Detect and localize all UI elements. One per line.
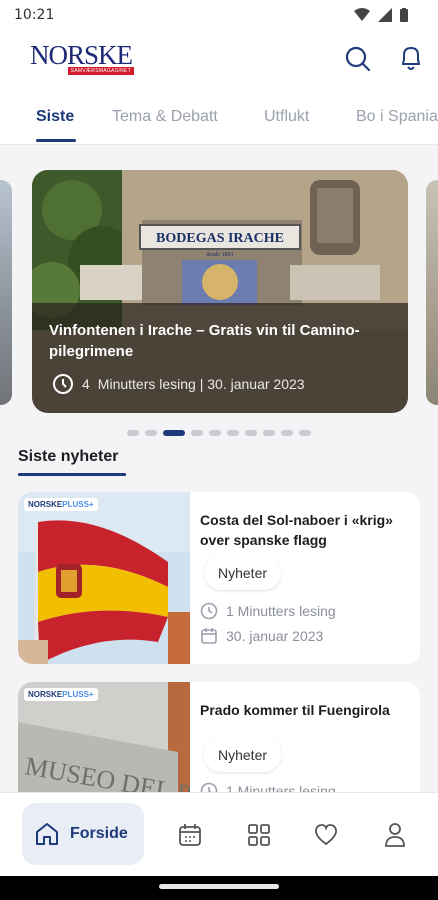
calendar-icon (179, 824, 201, 846)
pagination-dot[interactable] (245, 430, 257, 436)
bell-icon (401, 46, 421, 70)
tab-tema-debatt[interactable]: Tema & Debatt (112, 108, 218, 126)
badge-accent: PLUSS+ (62, 690, 94, 699)
pagination-dot[interactable] (227, 430, 239, 436)
reading-time: 1 Minutters lesing (200, 602, 336, 620)
nav-profile-button[interactable] (381, 821, 409, 849)
status-icons (354, 8, 408, 22)
slide-meta: 4 Minutters lesing | 30. januar 2023 (52, 373, 305, 395)
article-image: NORSKEPLUSS+ (18, 492, 190, 664)
featured-carousel[interactable]: BODEGAS IRACHE desde 1891 Vinfontenen i … (0, 170, 438, 415)
article-title[interactable]: Prado kommer til Fuengirola (200, 700, 410, 720)
publish-date-text: 30. januar 2023 (226, 628, 324, 644)
section-underline (18, 473, 126, 476)
badge-main: NORSKE (28, 500, 63, 509)
plus-badge: NORSKEPLUSS+ (24, 688, 98, 701)
badge-main: NORSKE (28, 690, 63, 699)
pagination-dot[interactable] (263, 430, 275, 436)
nav-calendar-button[interactable] (176, 821, 204, 849)
sign-subtext: desde 1891 (206, 252, 233, 258)
search-icon (345, 46, 371, 72)
logo-subtitle: SAMVÆRSMAGASINET (67, 67, 134, 75)
user-icon (385, 823, 405, 847)
carousel-pagination (0, 430, 438, 436)
home-icon (36, 823, 58, 845)
clock-icon (53, 374, 73, 394)
nav-favorites-button[interactable] (312, 821, 340, 849)
nav-home-label: Forside (70, 825, 128, 842)
article-title[interactable]: Costa del Sol-naboer i «krig» over spans… (200, 510, 410, 550)
reading-time-text: 1 Minutters lesing (226, 603, 336, 619)
tab-siste[interactable]: Siste (36, 108, 74, 126)
nav-home-button[interactable]: Forside (22, 803, 144, 865)
featured-slide[interactable]: BODEGAS IRACHE desde 1891 Vinfontenen i … (32, 170, 408, 413)
pagination-dot[interactable] (191, 430, 203, 436)
section-title: Siste nyheter (18, 448, 119, 465)
previous-slide-peek[interactable] (0, 180, 12, 405)
slide-meta-text: Minutters lesing | 30. januar 2023 (97, 376, 305, 392)
app-header: NORSKE SAMVÆRSMAGASINET (0, 30, 438, 95)
nav-categories-button[interactable] (245, 821, 273, 849)
grid-icon (248, 824, 270, 846)
bottom-navigation: Forside (0, 792, 438, 876)
status-time: 10:21 (14, 7, 55, 23)
calendar-icon (201, 628, 217, 644)
category-tabs: Siste Tema & Debatt Utflukt Bo i Spania (0, 95, 438, 145)
active-tab-indicator (36, 139, 76, 142)
category-chip[interactable]: Nyheter (204, 738, 282, 772)
spanish-flag-image (18, 492, 190, 664)
publish-date: 30. januar 2023 (200, 627, 323, 645)
pagination-dot[interactable] (145, 430, 157, 436)
system-gesture-bar (0, 876, 438, 900)
battery-icon (400, 8, 408, 22)
next-slide-peek[interactable] (426, 180, 438, 405)
clock-icon (200, 602, 218, 620)
status-bar: 10:21 (0, 0, 438, 30)
reading-minutes: 4 (82, 376, 90, 392)
search-button[interactable] (343, 44, 373, 74)
pagination-dot[interactable] (127, 430, 139, 436)
wifi-icon (354, 8, 370, 21)
pagination-dot[interactable] (299, 430, 311, 436)
slide-title[interactable]: Vinfontenen i Irache – Gratis vin til Ca… (49, 320, 389, 362)
article-card[interactable]: NORSKEPLUSS+ Costa del Sol-naboer i «kri… (18, 492, 420, 664)
sign-text: BODEGAS IRACHE (156, 231, 284, 246)
tab-utflukt[interactable]: Utflukt (264, 108, 309, 126)
notifications-button[interactable] (396, 44, 426, 74)
pagination-dot-active[interactable] (163, 430, 185, 436)
badge-accent: PLUSS+ (62, 500, 94, 509)
category-chip[interactable]: Nyheter (204, 556, 282, 590)
brand-logo[interactable]: NORSKE SAMVÆRSMAGASINET (30, 40, 136, 78)
plus-badge: NORSKEPLUSS+ (24, 498, 98, 511)
heart-icon (315, 824, 337, 846)
gesture-handle[interactable] (159, 884, 279, 889)
pagination-dot[interactable] (209, 430, 221, 436)
signal-icon (378, 8, 392, 22)
tab-bo-i-spania[interactable]: Bo i Spania (356, 108, 438, 126)
pagination-dot[interactable] (281, 430, 293, 436)
